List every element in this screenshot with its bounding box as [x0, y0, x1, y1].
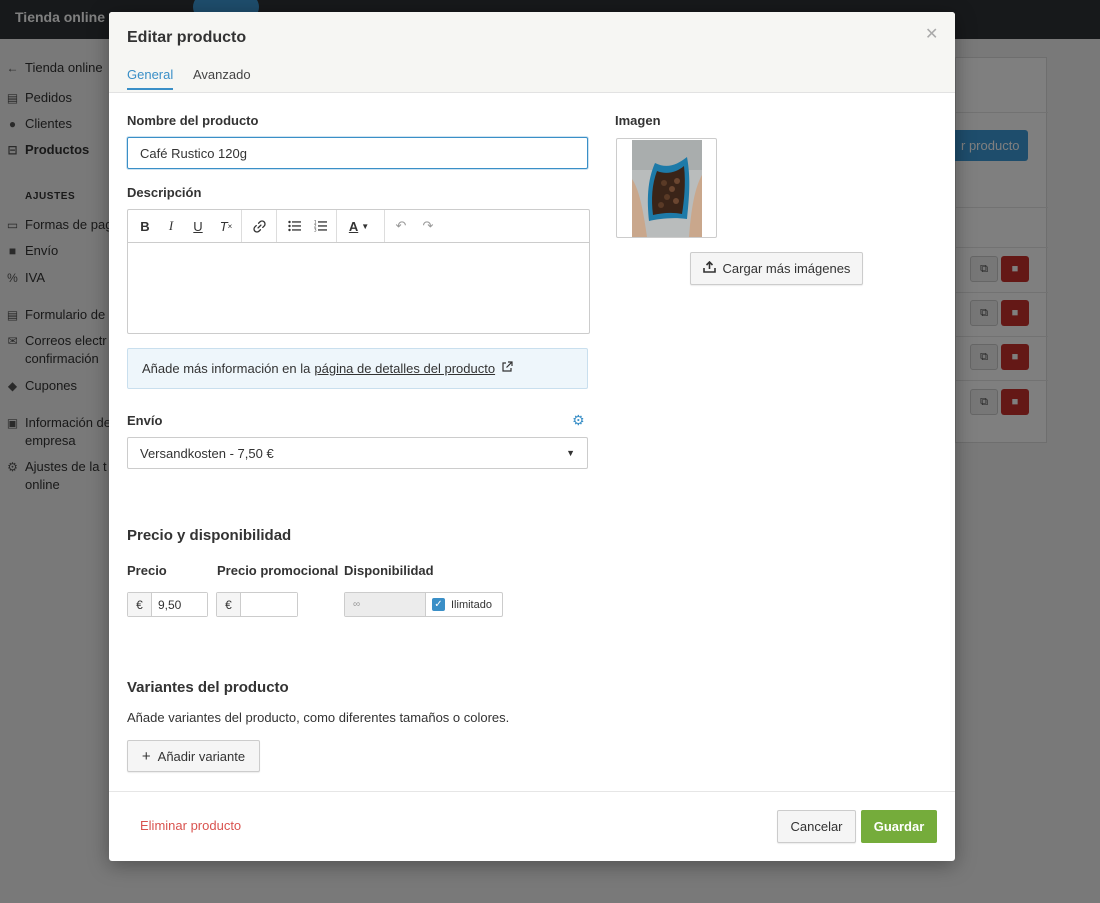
save-button[interactable]: Guardar	[861, 810, 937, 843]
shipping-select[interactable]: Versandkosten - 7,50 € ▼	[127, 437, 588, 469]
price-label: Precio	[127, 563, 167, 578]
modal-title: Editar producto	[127, 29, 247, 46]
description-editor: B I U T × 123 A ▼ ↶ ↷	[127, 209, 590, 334]
italic-icon[interactable]: I	[162, 210, 180, 242]
product-image[interactable]	[616, 138, 717, 238]
svg-text:3: 3	[314, 228, 317, 233]
price-section-title: Precio y disponibilidad	[127, 527, 292, 544]
image-label: Imagen	[615, 113, 661, 128]
gear-icon[interactable]: ⚙	[572, 412, 585, 429]
promo-price-input[interactable]	[241, 593, 297, 616]
product-name-input[interactable]	[127, 137, 588, 169]
numbered-list-icon[interactable]: 123	[310, 210, 330, 242]
stock-input[interactable]: ∞	[345, 593, 426, 616]
chevron-down-icon: ▼	[566, 448, 575, 458]
upload-icon	[702, 260, 716, 276]
cancel-button[interactable]: Cancelar	[777, 810, 856, 843]
info-box: Añade más información en la página de de…	[127, 348, 588, 389]
availability-label: Disponibilidad	[344, 563, 434, 578]
editor-toolbar: B I U T × 123 A ▼ ↶ ↷	[128, 210, 589, 243]
add-variant-button[interactable]: + Añadir variante	[127, 740, 260, 772]
bullet-list-icon[interactable]	[284, 210, 304, 242]
undo-icon[interactable]: ↶	[392, 210, 410, 242]
link-icon[interactable]	[249, 210, 269, 242]
bold-icon[interactable]: B	[136, 210, 154, 242]
variants-section-title: Variantes del producto	[127, 679, 289, 696]
currency-addon: €	[128, 593, 152, 616]
tab-avanzado[interactable]: Avanzado	[193, 67, 251, 88]
underline-icon[interactable]: U	[189, 210, 207, 242]
clear-format-icon[interactable]: T ×	[216, 210, 236, 242]
price-input[interactable]	[152, 593, 207, 616]
unlimited-checkbox[interactable]: ✓ Ilimitado	[426, 593, 492, 616]
description-label: Descripción	[127, 185, 202, 200]
promo-price-input-group: €	[216, 592, 298, 617]
redo-icon[interactable]: ↷	[419, 210, 437, 242]
checkmark-icon: ✓	[432, 598, 445, 611]
text-color-icon[interactable]: A ▼	[344, 210, 374, 242]
delete-product-link[interactable]: Eliminar producto	[140, 818, 241, 833]
availability-input-group: ∞ ✓ Ilimitado	[344, 592, 503, 617]
modal-header: Editar producto ✕ General Avanzado	[109, 12, 955, 93]
external-link-icon[interactable]	[501, 361, 513, 376]
price-input-group: €	[127, 592, 208, 617]
plus-icon: +	[141, 747, 151, 765]
edit-product-dialog: Editar producto ✕ General Avanzado Nombr…	[109, 12, 955, 861]
currency-addon: €	[217, 593, 241, 616]
chevron-down-icon: ▼	[361, 221, 370, 231]
shipping-label: Envío	[127, 413, 163, 428]
description-text-area[interactable]	[128, 243, 589, 333]
variants-description: Añade variantes del producto, como difer…	[127, 710, 510, 725]
promo-price-label: Precio promocional	[217, 563, 339, 578]
close-icon[interactable]: ✕	[925, 24, 938, 44]
tab-general[interactable]: General	[127, 67, 174, 90]
product-name-label: Nombre del producto	[127, 113, 259, 128]
upload-images-button[interactable]: Cargar más imágenes	[690, 252, 863, 285]
product-details-link[interactable]: página de detalles del producto	[314, 361, 495, 376]
